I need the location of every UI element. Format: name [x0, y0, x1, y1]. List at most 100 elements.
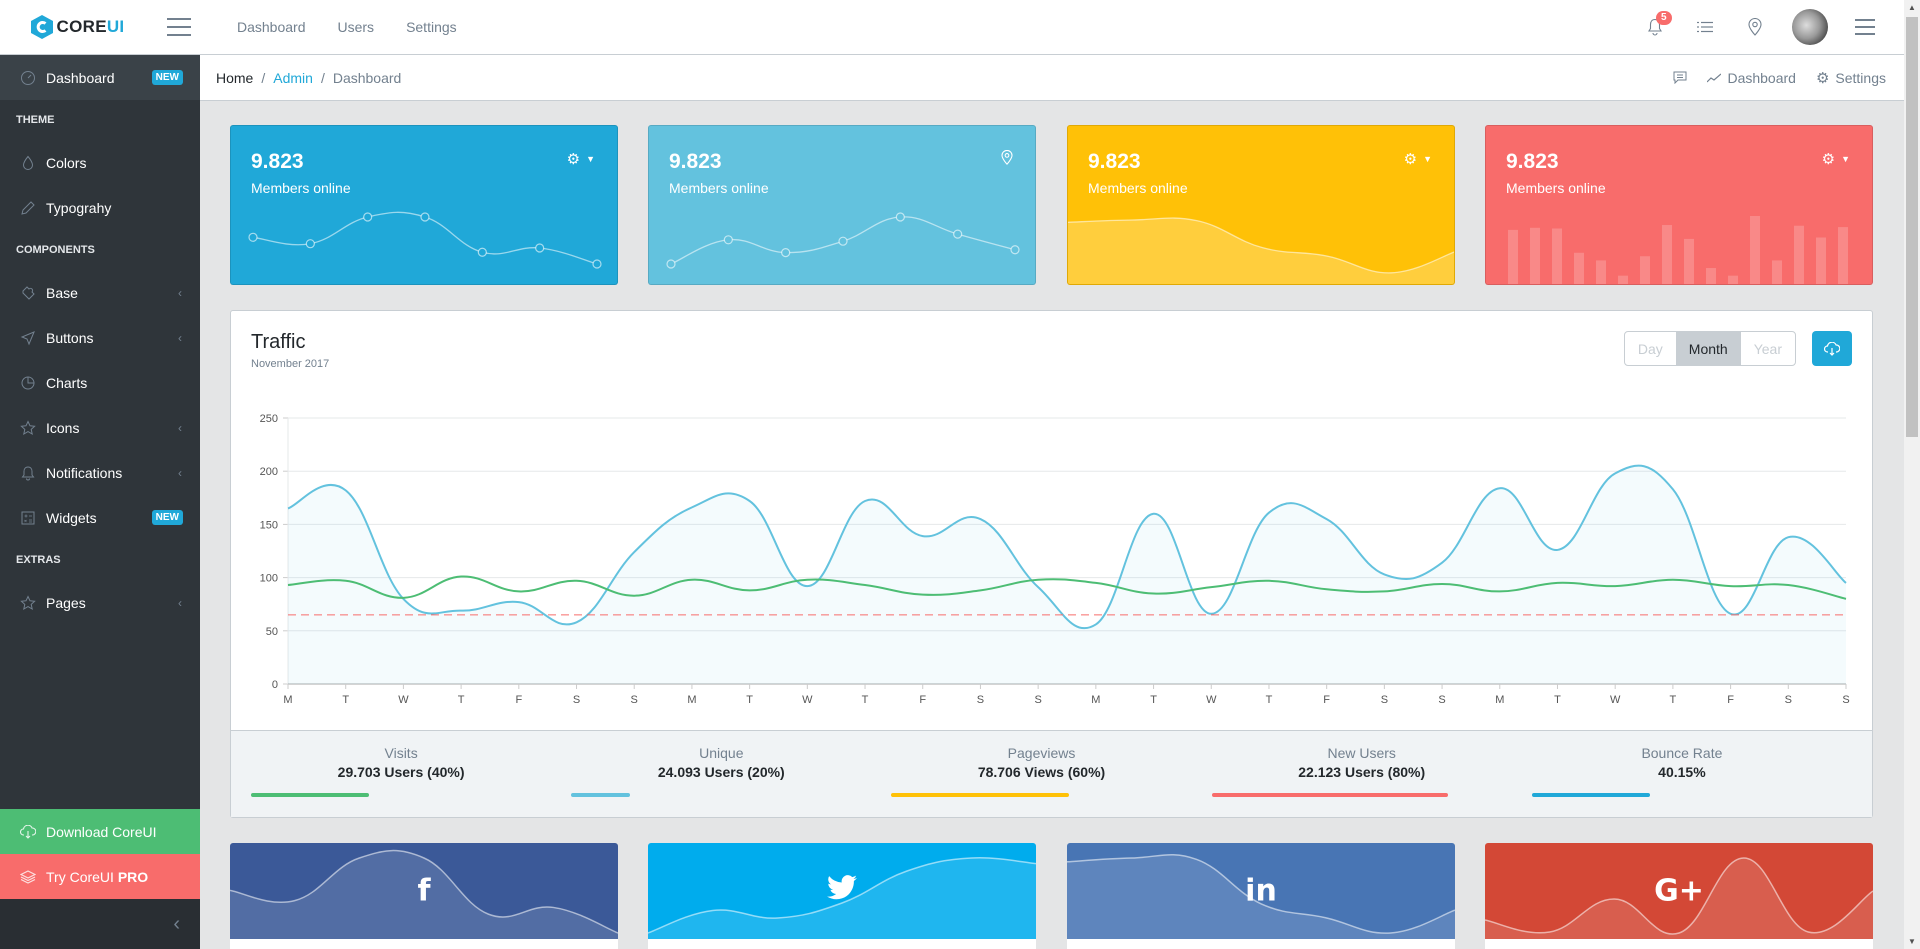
- sparkline-point: [781, 248, 791, 258]
- sidebar-minimizer-button[interactable]: ‹: [0, 899, 200, 949]
- stat-value: 9.823: [669, 150, 722, 173]
- social-card-body: [1485, 939, 1873, 949]
- card-settings-dropdown[interactable]: ⚙ ▼: [1822, 150, 1850, 168]
- stat-sparkline: [248, 211, 602, 269]
- breadcrumb-dashboard-link[interactable]: Dashboard: [1707, 70, 1796, 86]
- google-plus-icon[interactable]: G+: [1654, 874, 1704, 909]
- sidebar-item-label: Typograhy: [46, 199, 112, 216]
- breadcrumb-settings-link[interactable]: ⚙ Settings: [1816, 69, 1886, 87]
- location-pin-button[interactable]: [1001, 150, 1013, 165]
- breadcrumb-admin[interactable]: Admin: [273, 70, 313, 86]
- chevron-left-icon: ‹: [178, 285, 182, 300]
- sidebar-item-pages[interactable]: Pages ‹: [0, 580, 200, 625]
- sidebar-nav: Dashboard NEW THEME Colors Typograhy COMPONEN…: [0, 55, 200, 625]
- breadcrumb-home[interactable]: Home: [216, 70, 253, 86]
- social-card-twitter: [648, 843, 1036, 949]
- breadcrumb-separator: /: [320, 69, 325, 86]
- sparkline-point: [248, 232, 258, 242]
- location-pin-icon: [1748, 18, 1762, 36]
- breadcrumb: Home / Admin / Dashboard Dashboard ⚙ Set…: [200, 55, 1904, 101]
- sparkline-area: [1068, 218, 1454, 284]
- sidebar-item-charts[interactable]: Charts: [0, 360, 200, 405]
- scrollbar-thumb[interactable]: [1906, 17, 1918, 437]
- breadcrumb-current: Dashboard: [332, 69, 402, 86]
- linkedin-icon[interactable]: in: [1245, 874, 1277, 909]
- stat-sparkline: [1068, 217, 1454, 284]
- sparkline-point: [535, 243, 545, 253]
- try-pro-prefix: Try CoreUI: [46, 868, 118, 885]
- x-tick-label: T: [746, 694, 753, 706]
- x-tick-label: M: [687, 694, 696, 706]
- twitter-icon[interactable]: [827, 874, 857, 909]
- traffic-stat-value: 78.706 Views (60%): [977, 764, 1106, 780]
- sparkline-point: [477, 247, 487, 257]
- sparkline-bar: [1596, 260, 1606, 284]
- y-tick-label: 100: [260, 573, 278, 585]
- stat-value: 9.823: [1506, 150, 1559, 173]
- download-coreui-label: Download CoreUI: [46, 823, 157, 840]
- y-tick-label: 50: [266, 626, 278, 638]
- top-nav-dashboard[interactable]: Dashboard: [221, 19, 322, 35]
- tasks-button[interactable]: [1680, 7, 1730, 47]
- download-coreui-button[interactable]: Download CoreUI: [0, 809, 200, 854]
- traffic-stat: Pageviews 78.706 Views (60%): [891, 731, 1211, 817]
- sidebar-item-icons[interactable]: Icons ‹: [0, 405, 200, 450]
- sparkline-bar: [1772, 260, 1782, 284]
- sparkline-bar: [1552, 228, 1562, 284]
- social-card-linkedin: in: [1067, 843, 1455, 949]
- sidebar-item-dashboard[interactable]: Dashboard NEW: [0, 55, 200, 100]
- social-card-header: G+: [1485, 843, 1873, 939]
- brand-logo[interactable]: CORE UI: [0, 15, 155, 39]
- social-card-body: [648, 939, 1036, 949]
- y-tick-label: 200: [260, 466, 278, 478]
- x-tick-label: T: [342, 694, 349, 706]
- gear-icon: ⚙: [1821, 151, 1836, 168]
- x-tick-label: S: [1381, 694, 1388, 706]
- sidebar-section-title: EXTRAS: [16, 554, 61, 566]
- x-tick-label: T: [458, 694, 465, 706]
- x-tick-label: T: [1150, 694, 1157, 706]
- sparkline-bar: [1816, 237, 1826, 284]
- social-card-body: [1067, 939, 1455, 949]
- page-scrollbar[interactable]: ▲ ▼: [1904, 0, 1920, 949]
- breadcrumb-chat-button[interactable]: [1673, 71, 1687, 84]
- card-settings-dropdown[interactable]: ⚙ ▼: [1404, 150, 1432, 168]
- sidebar-item-label: Icons: [46, 419, 80, 436]
- card-settings-dropdown[interactable]: ⚙ ▼: [567, 150, 595, 168]
- sparkline-bar: [1530, 227, 1540, 284]
- sidebar-toggler-button[interactable]: [167, 18, 191, 36]
- aside-menu-toggler-button[interactable]: [1840, 7, 1890, 47]
- sidebar-item-notifications[interactable]: Notifications ‹: [0, 450, 200, 495]
- notifications-button[interactable]: 5: [1630, 7, 1680, 47]
- traffic-stat-label: Visits: [384, 745, 418, 761]
- sidebar-item-typograhy[interactable]: Typograhy: [0, 185, 200, 230]
- facebook-icon[interactable]: f: [417, 874, 430, 909]
- top-nav-settings[interactable]: Settings: [390, 19, 473, 35]
- notification-badge: 5: [1656, 11, 1672, 25]
- stat-value: 9.823: [251, 150, 304, 173]
- sparkline-point: [666, 259, 676, 269]
- scroll-up-arrow-icon[interactable]: ▲: [1908, 3, 1916, 12]
- star-icon: [18, 418, 38, 438]
- sparkline-point: [592, 259, 602, 269]
- traffic-stat-progress: [571, 793, 631, 797]
- calculator-icon: [18, 508, 38, 528]
- sidebar-item-base[interactable]: Base ‹: [0, 270, 200, 315]
- sidebar-item-colors[interactable]: Colors: [0, 140, 200, 185]
- location-button[interactable]: [1730, 7, 1780, 47]
- new-badge: NEW: [151, 510, 183, 525]
- traffic-stat-label: Bounce Rate: [1641, 745, 1723, 761]
- brand-core: CORE: [56, 17, 107, 36]
- sparkline-point: [838, 236, 848, 246]
- try-pro-bold: PRO: [117, 868, 149, 885]
- sidebar-item-buttons[interactable]: Buttons ‹: [0, 315, 200, 360]
- star-icon: [18, 593, 38, 613]
- user-avatar[interactable]: [1792, 9, 1828, 45]
- list-icon: [1697, 21, 1713, 33]
- top-nav-users[interactable]: Users: [322, 19, 391, 35]
- sidebar-item-widgets[interactable]: Widgets NEW: [0, 495, 200, 540]
- series-area-1: [288, 465, 1846, 684]
- try-pro-button[interactable]: Try CoreUI PRO: [0, 854, 200, 899]
- scroll-down-arrow-icon[interactable]: ▼: [1908, 937, 1916, 946]
- social-card-header: f: [230, 843, 618, 939]
